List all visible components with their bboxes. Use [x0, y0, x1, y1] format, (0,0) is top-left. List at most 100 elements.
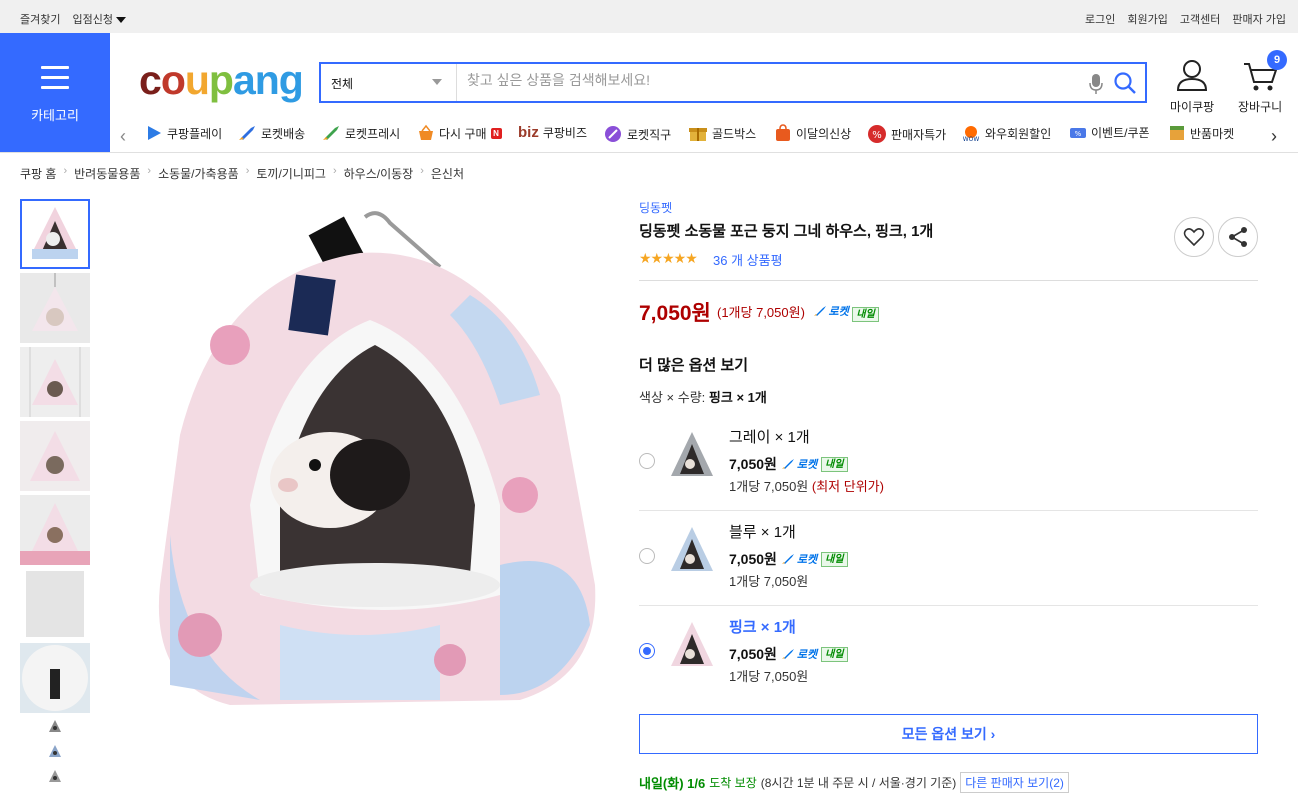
product-thumbnail[interactable] [20, 643, 90, 713]
new-badge-icon: N [490, 127, 502, 139]
nav-label: 쿠팡플레이 [167, 126, 223, 141]
mini-thumbnail[interactable] [48, 744, 62, 758]
coupang-logo[interactable]: coupang [139, 57, 304, 104]
nav-rebuy[interactable]: 다시 구매 N [417, 124, 502, 142]
option-radio[interactable] [639, 643, 655, 659]
globe-rocket-icon [605, 126, 621, 142]
selection-label-text: 색상 × 수량: [639, 390, 706, 405]
nav-seller-deals[interactable]: % 판매자특가 [867, 124, 946, 144]
logo-letter: o [160, 57, 186, 103]
option-unit-price: 1개당 7,050원 [729, 666, 808, 685]
signup-link[interactable]: 회원가입 [1127, 11, 1167, 27]
breadcrumb-item[interactable]: 소동물/가축용품 [158, 165, 239, 182]
selection-value: 핑크 × 1개 [708, 390, 767, 405]
thumbnail-image [20, 569, 90, 639]
market-icon [1170, 126, 1184, 140]
dropdown-arrow-icon [432, 79, 442, 85]
seller-apply-label: 입점신청 [72, 14, 113, 26]
lowest-unit-price-note: (최저 단위가) [811, 479, 884, 494]
rocket-icon [239, 126, 255, 140]
wow-icon: WOW [963, 126, 979, 142]
search-icon[interactable] [1113, 71, 1137, 95]
option-radio[interactable] [639, 453, 655, 469]
thumbnail-image [22, 201, 88, 267]
mini-thumbnail[interactable] [48, 769, 62, 783]
thumbnail-image [20, 495, 90, 565]
nav-wow-discount[interactable]: WOW 와우회원할인 [961, 124, 1051, 142]
nav-rocket-global[interactable]: 로켓직구 [603, 124, 671, 144]
option-price: 7,050원 로켓 내일 [729, 644, 848, 664]
breadcrumb: 쿠팡 홈 › 반려동물용품 › 소동물/가축용품 › 토끼/기니피그 › 하우스/이동장… [20, 165, 464, 182]
share-button[interactable] [1218, 217, 1258, 257]
thumbnail-image [49, 720, 61, 732]
main-product-image [140, 205, 605, 710]
sub-navigation: 쿠팡플레이 로켓배송 로켓프레시 다시 구매 N biz 쿠팡비즈 로켓직구 골드박… [115, 124, 1298, 146]
category-button[interactable]: 카테고리 [0, 33, 110, 152]
nav-rocket-delivery[interactable]: 로켓배송 [237, 124, 305, 142]
logo-letter: ang [232, 57, 304, 103]
breadcrumb-item[interactable]: 쿠팡 홈 [20, 165, 56, 182]
option-row-selected[interactable]: 핑크 × 1개 7,050원 로켓 내일 1개당 7,050원 [639, 616, 1258, 711]
option-radio[interactable] [639, 548, 655, 564]
tomorrow-badge: 내일 [821, 551, 848, 567]
nav-goldbox[interactable]: 골드박스 [688, 124, 756, 142]
option-price-value: 7,050원 [729, 456, 777, 472]
product-thumbnail[interactable] [20, 199, 90, 269]
nav-events-coupons[interactable]: % 이벤트/쿠폰 [1069, 124, 1150, 141]
seller-signup-link[interactable]: 판매자 가입 [1232, 11, 1286, 27]
unit-price: (1개당 7,050원) 로켓 내일 [717, 302, 879, 322]
chevron-right-icon: › [63, 165, 68, 177]
option-divider [639, 605, 1258, 606]
product-thumbnail[interactable] [20, 347, 90, 417]
nav-label: 로켓직구 [627, 127, 672, 142]
all-options-button[interactable]: 모든 옵션 보기 › [639, 714, 1258, 754]
review-count-link[interactable]: 36 개 상품평 [713, 250, 783, 269]
option-price: 7,050원 로켓 내일 [729, 549, 848, 569]
brand-link[interactable]: 딩동펫 [639, 199, 672, 216]
rocket-badge: 로켓 [781, 456, 817, 472]
product-thumbnail[interactable] [20, 273, 90, 343]
breadcrumb-item[interactable]: 하우스/이동장 [344, 165, 414, 182]
search-scope-select[interactable]: 전체 [321, 64, 457, 101]
product-thumbnail[interactable] [20, 495, 90, 565]
nav-coupang-biz[interactable]: biz 쿠팡비즈 [518, 124, 587, 141]
rocket-icon [813, 306, 826, 316]
nav-label: 와우회원할인 [985, 126, 1052, 141]
other-sellers-button[interactable]: 다른 판매자 보기(2) [960, 772, 1069, 793]
thumbnail-image [20, 273, 90, 343]
breadcrumb-item[interactable]: 은신처 [431, 165, 464, 182]
customer-center-link[interactable]: 고객센터 [1180, 11, 1220, 27]
login-link[interactable]: 로그인 [1085, 11, 1115, 27]
mini-thumbnail[interactable] [48, 719, 62, 733]
cart-label: 장바구니 [1238, 100, 1283, 114]
thumbnail-image [49, 745, 61, 757]
option-unit-text: 1개당 7,050원 [729, 669, 809, 684]
favorites-link[interactable]: 즐겨찾기 [20, 11, 60, 27]
option-row[interactable]: 블루 × 1개 7,050원 로켓 내일 1개당 7,050원 [639, 521, 1258, 616]
wishlist-button[interactable] [1174, 217, 1214, 257]
breadcrumb-item[interactable]: 반려동물용품 [74, 165, 140, 182]
cart-count-badge: 9 [1267, 50, 1287, 70]
svg-text:%: % [1075, 130, 1082, 138]
option-row[interactable]: 그레이 × 1개 7,050원 로켓 내일 1개당 7,050원 (최저 단위가) [639, 426, 1258, 521]
rocket-label: 로켓 [796, 554, 818, 566]
nav-coupang-play[interactable]: 쿠팡플레이 [145, 124, 222, 142]
chevron-right-icon[interactable]: › [1271, 126, 1277, 147]
rocket-label: 로켓 [796, 459, 818, 471]
nav-monthly-new[interactable]: 이달의신상 [774, 124, 851, 142]
seller-apply-link[interactable]: 입점신청 [72, 11, 126, 27]
logo-letter: p [208, 57, 234, 103]
search-input[interactable] [467, 72, 1067, 88]
breadcrumb-item[interactable]: 토끼/기니피그 [256, 165, 326, 182]
nav-rocket-fresh[interactable]: 로켓프레시 [321, 124, 400, 142]
search-scope-value: 전체 [331, 77, 354, 91]
product-thumbnail[interactable] [20, 569, 90, 639]
microphone-icon[interactable] [1089, 73, 1103, 95]
mypage-button[interactable]: 마이쿠팡 [1170, 58, 1214, 115]
product-thumbnail[interactable] [20, 421, 90, 491]
option-image [671, 622, 713, 666]
section-divider [639, 280, 1258, 281]
svg-text:%: % [872, 130, 882, 141]
delivery-date: 내일(화) 1/6 [639, 776, 706, 791]
nav-return-market[interactable]: 반품마켓 [1168, 124, 1234, 142]
